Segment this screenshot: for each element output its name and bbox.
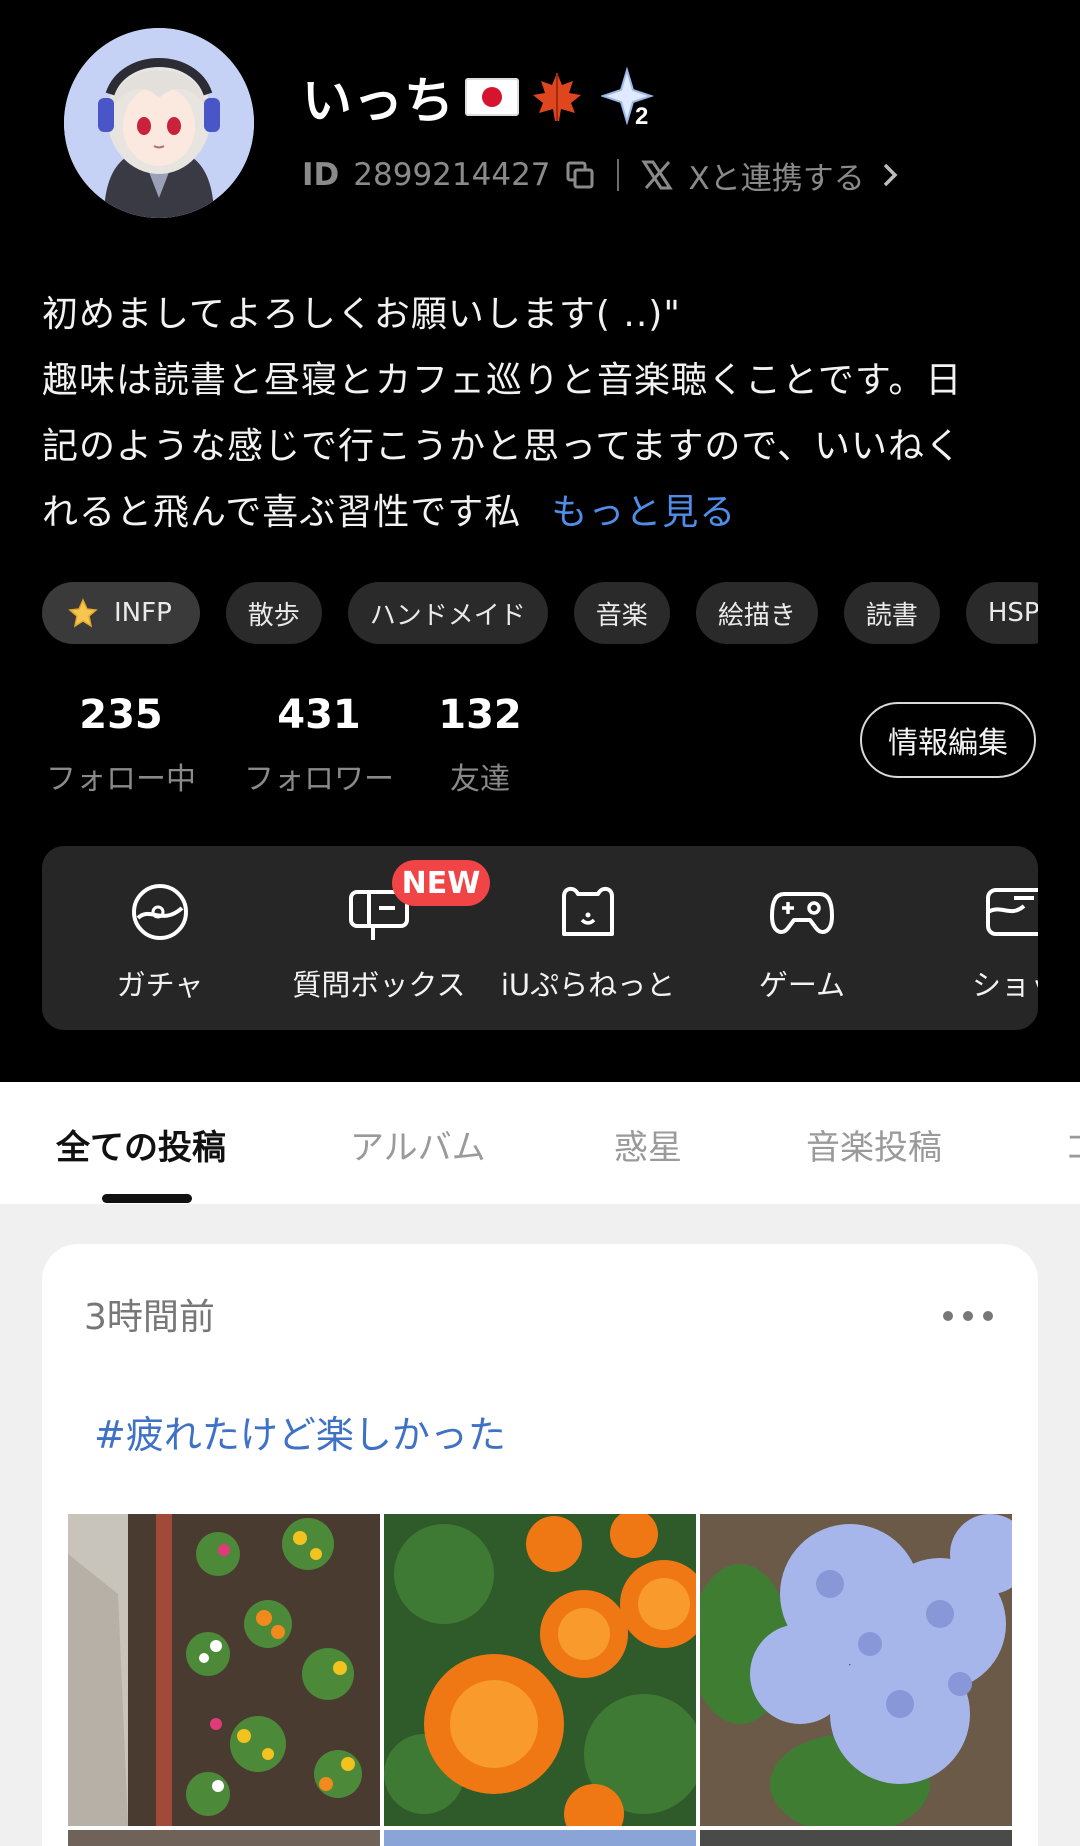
post-photo[interactable] xyxy=(68,1830,380,1846)
bio-line: 趣味は読書と昼寝とカフェ巡りと音楽聴くことです。日 xyxy=(42,360,963,401)
x-logo-icon[interactable] xyxy=(640,159,673,191)
edit-profile-button[interactable]: 情報編集 xyxy=(860,702,1036,778)
following-stat[interactable]: 235 フォロー中 xyxy=(42,690,200,798)
x-link-label[interactable]: Xと連携する xyxy=(689,153,865,198)
bio: 初めましてよろしくお願いします( ..)" 趣味は読書と昼寝とカフェ巡りと音楽聴… xyxy=(42,282,1042,546)
post-card[interactable]: 3時間前 #疲れたけど楽しかった xyxy=(42,1244,1038,1846)
tag-item[interactable]: 散歩 xyxy=(225,582,322,644)
post-photo[interactable] xyxy=(384,1514,696,1826)
post-hashtag[interactable]: #疲れたけど楽しかった xyxy=(94,1404,506,1459)
followers-count: 431 xyxy=(277,692,361,738)
username: いっち xyxy=(302,72,455,130)
copy-icon[interactable] xyxy=(565,160,595,190)
tag-item[interactable]: 読書 xyxy=(843,582,940,644)
divider xyxy=(616,159,619,191)
post-photo[interactable] xyxy=(700,1514,1012,1826)
feature-label: iUぷらねっと xyxy=(500,968,676,1002)
feature-label: ショッ xyxy=(972,968,1038,1002)
feature-label: ゲーム xyxy=(758,968,846,1002)
post-photo[interactable] xyxy=(68,1514,380,1826)
tab-music-posts[interactable]: 音楽投稿 xyxy=(806,1120,942,1169)
more-options-icon[interactable] xyxy=(942,1310,994,1322)
maple-leaf-icon xyxy=(533,73,581,121)
tab-planet[interactable]: 惑星 xyxy=(614,1120,682,1169)
interest-tags: INFP 散歩 ハンドメイド 音楽 絵描き 読書 HSP xyxy=(42,582,1038,644)
feature-shortcuts: ガチャ 質問ボックス NEW iUぷらねっと ゲーム ショ xyxy=(42,846,1038,1030)
tag-item[interactable]: ハンドメイド xyxy=(347,582,548,644)
japan-flag-icon xyxy=(465,78,519,116)
followers-stat[interactable]: 431 フォロワー xyxy=(240,690,398,798)
bio-line: れると飛んで喜ぶ習性です私 xyxy=(42,492,522,533)
avatar[interactable] xyxy=(64,28,254,218)
tab-all-posts[interactable]: 全ての投稿 xyxy=(56,1120,226,1169)
gamepad-icon xyxy=(770,892,834,934)
tag-item[interactable]: 音楽 xyxy=(573,582,670,644)
following-label: フォロー中 xyxy=(46,762,196,797)
tag-item[interactable]: HSP xyxy=(965,582,1038,644)
star-icon xyxy=(68,598,98,628)
tag-item[interactable]: 絵描き xyxy=(695,582,818,644)
feature-label: 質問ボックス xyxy=(292,968,466,1002)
feature-gacha[interactable]: ガチャ xyxy=(60,882,260,1004)
gacha-icon xyxy=(132,884,188,940)
post-photo[interactable] xyxy=(700,1830,1012,1846)
feature-game[interactable]: ゲーム xyxy=(702,882,902,1004)
tab-more[interactable]: コ xyxy=(1064,1120,1080,1169)
sparkle-badge-icon[interactable]: 2 xyxy=(601,66,661,128)
followers-label: フォロワー xyxy=(244,762,394,797)
post-tabs: 全ての投稿 アルバム 惑星 音楽投稿 コ xyxy=(0,1082,1080,1204)
friends-label: 友達 xyxy=(450,762,510,797)
bio-line: 記のような感じで行こうかと思ってますので、いいねく xyxy=(42,426,962,467)
new-badge: NEW xyxy=(392,860,490,906)
friends-stat[interactable]: 132 友達 xyxy=(432,690,528,798)
shop-icon xyxy=(986,888,1038,936)
bear-icon xyxy=(562,887,614,936)
user-id: 2899214427 xyxy=(353,157,551,193)
bio-line: 初めましてよろしくお願いします( ..)" xyxy=(42,294,681,335)
tab-album[interactable]: アルバム xyxy=(350,1120,486,1169)
feature-label: ガチャ xyxy=(116,968,204,1002)
post-photo[interactable] xyxy=(384,1830,696,1846)
chevron-right-icon[interactable] xyxy=(879,160,901,190)
friends-count: 132 xyxy=(438,692,522,738)
post-time: 3時間前 xyxy=(84,1297,215,1338)
tag-infp[interactable]: INFP xyxy=(42,582,200,644)
active-tab-indicator xyxy=(102,1194,192,1203)
id-label: ID xyxy=(302,157,340,193)
tag-label: INFP xyxy=(114,598,172,628)
badge-level: 2 xyxy=(635,103,648,128)
feature-iu-planet[interactable]: iUぷらねっと xyxy=(488,882,688,1004)
feature-shop[interactable]: ショッ xyxy=(926,882,1038,1004)
following-count: 235 xyxy=(79,692,163,738)
see-more-link[interactable]: もっと見る xyxy=(551,492,736,533)
